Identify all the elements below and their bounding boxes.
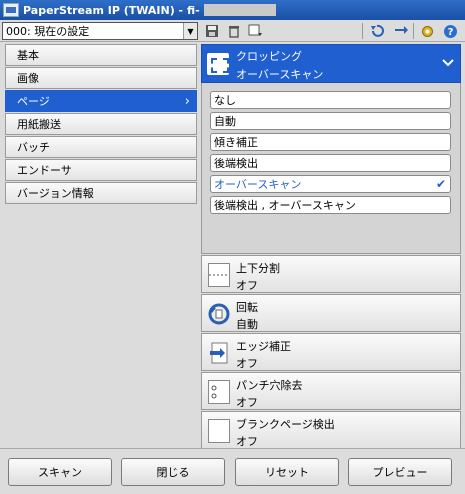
profile-manage-icon[interactable] (246, 22, 266, 40)
preview-button[interactable]: プレビュー (348, 458, 452, 486)
page-settings-panel: クロッピング オーバースキャン なし 自動 傾き補正 後端検出 オーバースキャン… (201, 44, 461, 449)
setting-blank-page-detection[interactable]: ブランクページ検出 オフ (201, 411, 461, 449)
nav-item-page[interactable]: ページ › (5, 90, 197, 112)
profile-select[interactable]: 000: 現在の設定 ▼ (2, 22, 198, 40)
toolbar: 000: 現在の設定 ▼ ? (0, 20, 465, 42)
nav-item-image[interactable]: 画像 (5, 67, 197, 89)
cropping-options: なし 自動 傾き補正 後端検出 オーバースキャン ✔ 後端検出 , オーバースキャ… (201, 83, 461, 254)
nav-item-paper-feed[interactable]: 用紙搬送 (5, 113, 197, 135)
settings-nav: 基本 画像 ページ › 用紙搬送 バッチ エンドーサ バージョン情報 (5, 44, 197, 205)
help-icon[interactable]: ? (440, 22, 460, 40)
split-page-icon (208, 263, 230, 287)
profile-select-value: 000: 現在の設定 (6, 25, 90, 38)
nav-item-version-info[interactable]: バージョン情報 (5, 182, 197, 204)
cropping-option-trailing-edge-overscan[interactable]: 後端検出 , オーバースキャン (210, 196, 451, 214)
dropdown-arrow-icon[interactable]: ▼ (183, 23, 197, 39)
setting-rotation[interactable]: 回転 自動 (201, 294, 461, 332)
cropping-icon (207, 53, 229, 75)
cropping-option-none[interactable]: なし (210, 91, 451, 109)
title-bar: PaperStream IP (TWAIN) - fi- (0, 0, 465, 20)
redacted-model-name (203, 4, 276, 16)
cropping-value: オーバースキャン (236, 68, 324, 81)
punch-hole-icon (208, 380, 230, 404)
switch-icon[interactable] (391, 22, 411, 40)
blank-page-icon (208, 419, 230, 443)
toolbar-separator (362, 23, 363, 39)
setting-split[interactable]: 上下分割 オフ (201, 255, 461, 293)
close-button[interactable]: 閉じる (121, 458, 225, 486)
cropping-option-trailing-edge[interactable]: 後端検出 (210, 154, 451, 172)
chevron-down-icon[interactable] (442, 56, 454, 71)
toolbar-separator (413, 23, 414, 39)
checkmark-icon: ✔ (435, 177, 446, 191)
cropping-header[interactable]: クロッピング オーバースキャン (201, 44, 461, 83)
cropping-title: クロッピング (236, 50, 302, 63)
setting-punch-hole-removal[interactable]: パンチ穴除去 オフ (201, 372, 461, 410)
window-title: PaperStream IP (TWAIN) - fi- (23, 3, 200, 17)
cropping-option-auto[interactable]: 自動 (210, 112, 451, 130)
edge-correction-icon (208, 341, 230, 365)
svg-text:?: ? (447, 27, 453, 38)
reset-button[interactable]: リセット (235, 458, 339, 486)
cropping-option-deskew[interactable]: 傾き補正 (210, 133, 451, 151)
cropping-option-overscan[interactable]: オーバースキャン ✔ (210, 175, 451, 193)
nav-item-batch[interactable]: バッチ (5, 136, 197, 158)
chevron-right-icon: › (184, 94, 190, 109)
setting-edge-correction[interactable]: エッジ補正 オフ (201, 333, 461, 371)
scanner-app-icon (3, 3, 19, 17)
delete-icon[interactable] (224, 22, 244, 40)
rotation-icon (208, 302, 230, 326)
save-icon[interactable] (202, 22, 222, 40)
nav-item-basic[interactable]: 基本 (5, 44, 197, 66)
scan-button[interactable]: スキャン (8, 458, 112, 486)
nav-item-endorser[interactable]: エンドーサ (5, 159, 197, 181)
settings-icon[interactable] (417, 22, 437, 40)
undo-icon[interactable] (367, 22, 387, 40)
bottom-bar: スキャン 閉じる リセット プレビュー (0, 448, 465, 494)
